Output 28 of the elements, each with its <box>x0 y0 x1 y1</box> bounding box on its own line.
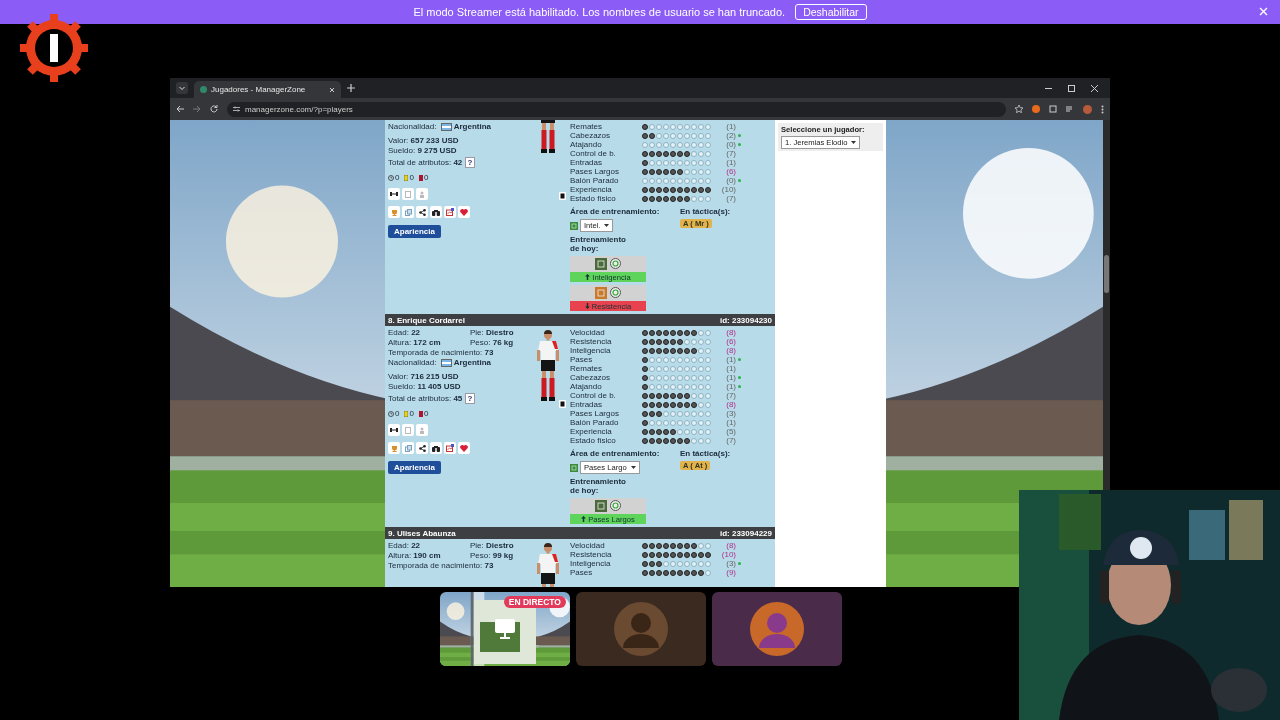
disable-button[interactable]: Deshabilitar <box>795 4 867 20</box>
monitor-icon <box>494 618 516 640</box>
close-icon[interactable] <box>1091 84 1098 92</box>
favicon-icon <box>200 86 207 93</box>
scrollbar-thumb[interactable] <box>1104 255 1109 293</box>
profile-icon[interactable] <box>1083 104 1092 114</box>
media-icon[interactable] <box>1066 105 1074 113</box>
avatar-icon <box>750 602 804 656</box>
tab-list-icon[interactable] <box>176 82 188 94</box>
browser-tab[interactable]: Jugadores - ManagerZone <box>194 81 341 98</box>
close-icon[interactable] <box>329 86 335 93</box>
address-bar[interactable]: managerzone.com/?p=players <box>227 101 1006 117</box>
menu-icon[interactable] <box>1101 104 1104 114</box>
plus-icon[interactable] <box>347 84 355 92</box>
banner-text: El modo Streamer está habilitado. Los nombres de usuario se han truncado. <box>413 6 786 18</box>
gear-logo-icon <box>20 14 88 82</box>
extension-icon[interactable] <box>1032 105 1040 113</box>
participant-tile[interactable] <box>576 592 706 666</box>
reload-icon[interactable] <box>210 105 218 113</box>
stream-tile[interactable]: EN DIRECTO <box>440 592 570 666</box>
puzzle-icon[interactable] <box>1049 105 1057 113</box>
back-icon[interactable] <box>176 105 184 113</box>
avatar-icon <box>614 602 668 656</box>
forward-icon[interactable] <box>193 105 201 113</box>
maximize-icon[interactable] <box>1068 84 1075 92</box>
live-badge: EN DIRECTO <box>503 596 566 608</box>
star-icon[interactable] <box>1015 105 1023 113</box>
participant-tile[interactable] <box>712 592 842 666</box>
